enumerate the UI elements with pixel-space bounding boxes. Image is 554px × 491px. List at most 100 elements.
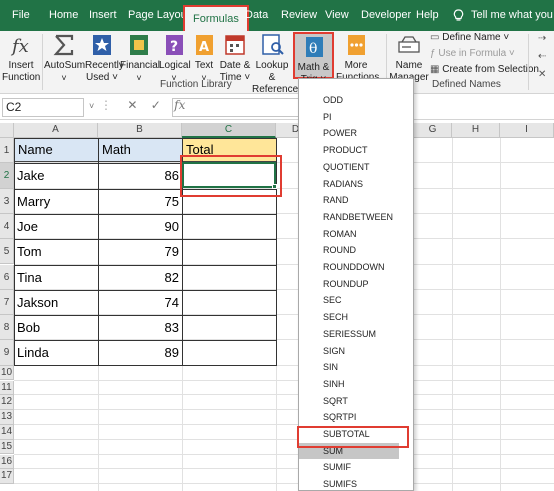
name-box-dropdown-icon[interactable]: ˅ [89, 101, 94, 111]
menu-item-rounddown[interactable]: ROUNDDOWN [299, 259, 399, 276]
row-header-13[interactable]: 13 [0, 410, 14, 425]
tab-page-layout[interactable]: Page Layout [128, 0, 190, 31]
row-header-17[interactable]: 17 [0, 469, 14, 485]
name-box[interactable]: C2 [2, 98, 84, 117]
column-header-b[interactable]: B [98, 123, 182, 138]
recently-used-button[interactable]: Recently Used ˅ [85, 31, 124, 84]
cell-math[interactable]: 86 [98, 168, 179, 183]
tab-home[interactable]: Home [49, 0, 78, 31]
menu-item-sin[interactable]: SIN [299, 359, 399, 376]
cell-math[interactable]: 74 [98, 295, 179, 310]
insert-function-button[interactable]: fx Insert Function [2, 31, 40, 84]
tab-developer[interactable]: Developer [361, 0, 411, 31]
menu-item-sumifs[interactable]: SUMIFS [299, 476, 399, 491]
cell-b1[interactable]: Math [98, 138, 183, 162]
row-header-3[interactable]: 3 [0, 188, 14, 214]
menu-item-roundup[interactable]: ROUNDUP [299, 276, 399, 293]
create-from-selection-button[interactable]: ▦ Create from Selection [430, 64, 539, 75]
tab-view[interactable]: View [325, 0, 349, 31]
cell-math[interactable]: 89 [98, 345, 179, 360]
cell-name[interactable]: Marry [17, 194, 50, 209]
row-header-11[interactable]: 11 [0, 380, 14, 396]
row-header-2[interactable]: 2 [0, 163, 14, 189]
cell-math[interactable]: 79 [98, 244, 179, 259]
cell-math[interactable]: 75 [98, 194, 179, 209]
column-header-g[interactable]: G [414, 123, 452, 138]
cell-name[interactable]: Joe [17, 219, 38, 234]
menu-item-sumif[interactable]: SUMIF [299, 459, 399, 476]
math-trig-button[interactable]: θ Math & Trig ˅ [293, 32, 334, 85]
row-header-16[interactable]: 16 [0, 454, 14, 470]
row-header-10[interactable]: 10 [0, 365, 14, 381]
name-manager-button[interactable]: Name Manager [389, 31, 429, 84]
row-header-9[interactable]: 9 [0, 340, 14, 366]
menu-item-sech[interactable]: SECH [299, 309, 399, 326]
row-header-14[interactable]: 14 [0, 424, 14, 440]
logical-button[interactable]: ? Logical ˅ [159, 31, 191, 84]
cell-name[interactable]: Tina [17, 270, 42, 285]
cell-name[interactable]: Jakson [17, 295, 58, 310]
formula-input[interactable] [172, 98, 300, 117]
menu-item-radians[interactable]: RADIANS [299, 176, 399, 193]
menu-item-quotient[interactable]: QUOTIENT [299, 159, 399, 176]
menu-item-randbetween[interactable]: RANDBETWEEN [299, 209, 399, 226]
menu-item-sec[interactable]: SEC [299, 292, 399, 309]
cell-math[interactable]: 82 [98, 270, 179, 285]
menu-item-round[interactable]: ROUND [299, 242, 399, 259]
text-button[interactable]: A Text ˅ [191, 31, 217, 84]
tab-insert[interactable]: Insert [89, 0, 117, 31]
recently-used-label-2: Used ˅ [86, 72, 118, 83]
cell-name[interactable]: Jake [17, 168, 44, 183]
trace-dependents-icon[interactable]: ⇠ [538, 51, 546, 62]
cell-name[interactable]: Linda [17, 345, 49, 360]
menu-item-sign[interactable]: SIGN [299, 343, 399, 360]
row-header-5[interactable]: 5 [0, 239, 14, 265]
trace-precedents-icon[interactable]: ⇢ [538, 33, 546, 44]
cell-math[interactable]: 83 [98, 320, 179, 335]
tab-formulas[interactable]: Formulas [183, 5, 249, 31]
cell-a1[interactable]: Name [14, 138, 99, 162]
menu-item-power[interactable]: POWER [299, 125, 399, 142]
column-header-h[interactable]: H [452, 123, 500, 138]
menu-item-rand[interactable]: RAND [299, 192, 399, 209]
cell-math[interactable]: 90 [98, 219, 179, 234]
financial-button[interactable]: Financial ˅ [120, 31, 160, 84]
menu-item-roman[interactable]: ROMAN [299, 226, 399, 243]
row-header-7[interactable]: 7 [0, 289, 14, 316]
enter-icon[interactable]: ✓ [151, 98, 161, 112]
cell-name[interactable]: Bob [17, 320, 40, 335]
menu-item-pi[interactable]: PI [299, 109, 399, 126]
column-header-c[interactable]: C [182, 123, 276, 138]
menu-item-sqrtpi[interactable]: SQRTPI [299, 409, 399, 426]
lookup-reference-button[interactable]: Lookup & Reference [252, 31, 298, 96]
cell-name[interactable]: Tom [17, 244, 42, 259]
cancel-icon[interactable]: ✕ [127, 98, 137, 112]
text-book-icon: A [196, 35, 213, 55]
table-border [14, 239, 277, 241]
row-header-6[interactable]: 6 [0, 264, 14, 290]
menu-item-sinh[interactable]: SINH [299, 376, 399, 393]
tab-data[interactable]: Data [245, 0, 268, 31]
column-header-i[interactable]: I [500, 123, 554, 138]
tab-help[interactable]: Help [416, 0, 439, 31]
autosum-button[interactable]: AutoSum ˅ [44, 31, 85, 84]
row-header-15[interactable]: 15 [0, 439, 14, 455]
select-all-corner[interactable] [0, 123, 14, 138]
remove-arrows-icon[interactable]: ✕ [538, 69, 546, 80]
column-header-a[interactable]: A [14, 123, 98, 138]
row-header-4[interactable]: 4 [0, 213, 14, 240]
row-header-8[interactable]: 8 [0, 315, 14, 341]
tab-review[interactable]: Review [281, 0, 317, 31]
row-header-12[interactable]: 12 [0, 395, 14, 411]
grid-line [14, 468, 554, 470]
row-header-1[interactable]: 1 [0, 138, 14, 164]
tab-file[interactable]: File [12, 0, 30, 31]
define-name-button[interactable]: ▭ Define Name ˅ [430, 32, 509, 43]
menu-item-sqrt[interactable]: SQRT [299, 393, 399, 410]
menu-item-product[interactable]: PRODUCT [299, 142, 399, 159]
menu-item-seriessum[interactable]: SERIESSUM [299, 326, 399, 343]
tell-me-search[interactable]: Tell me what you want [471, 0, 554, 31]
date-time-button[interactable]: Date & Time ˅ [218, 31, 252, 84]
menu-item-odd[interactable]: ODD [299, 92, 399, 109]
use-in-formula-button[interactable]: ƒ Use in Formula ˅ [430, 48, 515, 59]
